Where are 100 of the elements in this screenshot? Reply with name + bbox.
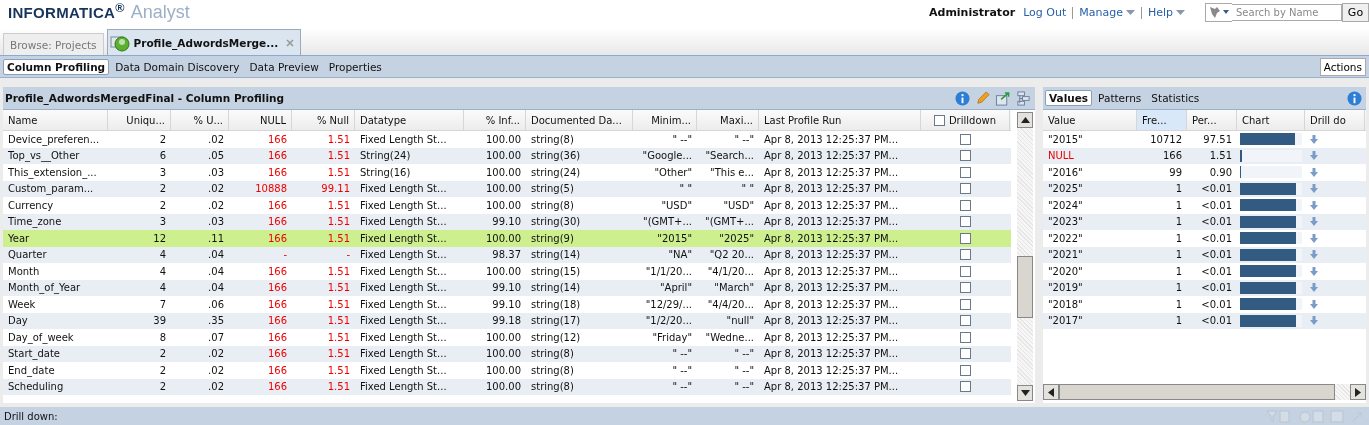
documented-type-cell: string(8)	[531, 348, 574, 360]
percent-cell: .04	[208, 282, 224, 294]
column-header[interactable]: Uniqu...	[126, 114, 165, 126]
table-row[interactable]: Week 7 .06 166 1.51 Fixed Length St... 99.10 string(18) "12/29/... "4/4/20... Apr 8, 2013 12:25:37 PM...	[3, 296, 1011, 313]
frequency-cell: 1	[1175, 265, 1182, 277]
header-link[interactable]: Help	[1147, 6, 1185, 19]
min-value-cell: "(GMT+...	[643, 216, 692, 228]
checkbox[interactable]	[960, 150, 971, 162]
table-row[interactable]: This_extension_... 3 .03 166 1.51 String(16) 100.00 string(24) "Other" "This e... Apr 8, 2013 12:25:37 PM...	[3, 164, 1011, 181]
hierarchy-icon[interactable]	[1016, 90, 1031, 106]
column-header[interactable]: % Inf...	[485, 114, 520, 126]
checkbox[interactable]	[960, 381, 971, 393]
checkbox[interactable]	[960, 232, 971, 244]
scroll-left-icon[interactable]	[1048, 387, 1054, 397]
checkbox[interactable]	[960, 331, 971, 343]
scroll-thumb[interactable]	[1017, 255, 1033, 318]
percent-cell: 100.00	[486, 183, 521, 195]
column-header[interactable]: Documented Da...	[531, 114, 622, 126]
checkbox[interactable]	[960, 315, 971, 327]
header-link[interactable]: Log Out	[1023, 6, 1067, 19]
vertical-scrollbar[interactable]	[1017, 112, 1033, 401]
table-row[interactable]: End_date 2 .02 166 1.51 Fixed Length St... 100.00 string(8) " --" " --" Apr 8, 2013 12:25:37 PM...	[3, 362, 1011, 379]
column-header[interactable]: Value	[1048, 114, 1076, 126]
table-row[interactable]: Day 39 .35 166 1.51 Fixed Length St... 99.18 string(17) "1/2/20... "null" Apr 8, 2013 12:25:37 PM...	[3, 312, 1011, 329]
header-link[interactable]: Manage	[1079, 6, 1135, 19]
tab[interactable]: Profile_AdwordsMerge...	[106, 29, 302, 55]
panel-title: Profile_AdwordsMergedFinal - Column Profiling	[5, 92, 284, 104]
name-cell: End_date	[8, 364, 55, 376]
max-value-cell: " --"	[734, 381, 754, 393]
name-cell: Scheduling	[8, 381, 64, 393]
column-header[interactable]: NULL	[260, 114, 286, 126]
actions-button[interactable]: Actions	[1319, 57, 1366, 76]
table-row[interactable]: Day_of_week 8 .07 166 1.51 Fixed Length St... 100.00 string(12) "Friday" "Wedne... Apr 8, 2013 12:25:37 PM...	[3, 329, 1011, 346]
column-header[interactable]: Drill do	[1310, 114, 1346, 126]
table-row[interactable]: Currency 2 .02 166 1.51 Fixed Length St... 100.00 string(8) "USD" "USD" Apr 8, 2013 12:25:37 PM...	[3, 197, 1011, 214]
datatype-cell: Fixed Length St...	[360, 232, 447, 244]
checkbox[interactable]	[960, 348, 971, 360]
horizontal-scrollbar[interactable]	[1043, 384, 1366, 400]
panel-tab[interactable]: Values	[1045, 90, 1093, 106]
sub-tab[interactable]: Data Domain Discovery	[111, 58, 244, 75]
table-row[interactable]: Year 12 .11 166 1.51 Fixed Length St... 100.00 string(9) "2015" "2025" Apr 8, 2013 12:25:37 PM...	[3, 230, 1011, 247]
frequency-cell: 1	[1175, 216, 1182, 228]
min-value-cell: "2015"	[657, 232, 692, 244]
timestamp-cell: Apr 8, 2013 12:25:37 PM...	[764, 348, 899, 360]
datatype-cell: Fixed Length St...	[360, 331, 447, 343]
table-row[interactable]: Month_of_Year 4 .04 166 1.51 Fixed Length St... 99.10 string(14) "April" "March" Apr 8, 2013 12:25:37 PM...	[3, 279, 1011, 296]
info-icon[interactable]	[955, 90, 970, 106]
min-value-cell: " --"	[672, 364, 692, 376]
checkbox[interactable]	[933, 114, 945, 126]
documented-type-cell: string(17)	[531, 315, 581, 327]
sub-tab[interactable]: Properties	[324, 58, 386, 75]
max-value-cell: "null"	[726, 315, 754, 327]
checkbox[interactable]	[960, 199, 971, 211]
checkbox[interactable]	[960, 216, 971, 228]
scroll-down-icon[interactable]	[1020, 390, 1030, 396]
checkbox[interactable]	[960, 166, 971, 178]
column-header[interactable]: Last Profile Run	[764, 114, 842, 126]
column-header[interactable]: Chart	[1242, 114, 1270, 126]
table-row[interactable]: Month 4 .04 166 1.51 Fixed Length St... 100.00 string(15) "1/1/20... "4/1/20... Apr 8, 2013 12:25:37 PM...	[3, 263, 1011, 280]
max-value-cell: "Q2 20...	[709, 249, 754, 261]
panel-tab[interactable]: Patterns	[1094, 90, 1146, 106]
column-header[interactable]: % U...	[193, 114, 223, 126]
percent-cell: 98.37	[492, 249, 521, 261]
sub-tab[interactable]: Column Profiling	[3, 58, 110, 75]
table-row[interactable]: Top_vs__Other 6 .05 166 1.51 String(24) 100.00 string(36) "Google... "Search... Apr 8, 2013 12:25:37 PM...	[3, 147, 1011, 164]
column-header[interactable]: Per...	[1192, 114, 1217, 126]
checkbox[interactable]	[960, 265, 971, 277]
percent-cell: <0.01	[1201, 298, 1232, 310]
table-row[interactable]: Scheduling 2 .02 166 1.51 Fixed Length St... 100.00 string(8) " --" " --" Apr 8, 2013 12:25:37 PM...	[3, 378, 1011, 395]
tab[interactable]: Browse: Projects	[3, 33, 104, 55]
table-row[interactable]: Time_zone 3 .03 166 1.51 Fixed Length St... 99.10 string(30) "(GMT+... "(GMT+... Apr 8, 2013 12:25:37 PM...	[3, 213, 1011, 230]
column-header[interactable]: Name	[8, 114, 38, 126]
info-icon[interactable]	[1347, 90, 1362, 106]
go-button[interactable]: Go	[1342, 3, 1369, 22]
checkbox[interactable]	[960, 282, 971, 294]
close-icon[interactable]	[286, 38, 295, 47]
column-header[interactable]: Drilldown	[948, 114, 997, 126]
scroll-up-icon[interactable]	[1020, 117, 1030, 123]
checkbox[interactable]	[960, 133, 971, 145]
value-cell: "2025"	[1048, 183, 1083, 195]
column-header[interactable]: Datatype	[360, 114, 407, 126]
table-row[interactable]: Custom_param... 2 .02 10888 99.11 Fixed Length St... 100.00 string(5) " " " " Apr 8, 2013 12:25:37 PM...	[3, 180, 1011, 197]
percent-cell: .02	[208, 381, 224, 393]
export-icon[interactable]	[995, 90, 1011, 106]
checkbox[interactable]	[960, 364, 971, 376]
scroll-right-icon[interactable]	[1355, 387, 1361, 397]
name-cell: Week	[8, 298, 36, 310]
column-header[interactable]: Maxi...	[720, 114, 753, 126]
checkbox[interactable]	[960, 249, 971, 261]
null-count-cell: 166	[267, 150, 287, 162]
sub-tab[interactable]: Data Preview	[245, 58, 323, 75]
table-row[interactable]: Start_date 2 .02 166 1.51 Fixed Length St... 100.00 string(8) " --" " --" Apr 8, 2013 12:25:37 PM...	[3, 345, 1011, 362]
panel-tab[interactable]: Statistics	[1147, 90, 1204, 106]
table-row[interactable]: Device_preferen... 2 .02 166 1.51 Fixed Length St... 100.00 string(8) " --" " --" Apr 8, 2013 12:25:37 PM...	[3, 131, 1011, 148]
checkbox[interactable]	[960, 298, 971, 310]
checkbox[interactable]	[960, 183, 971, 195]
percent-cell: 100.00	[486, 150, 521, 162]
column-header[interactable]: Minim...	[651, 114, 691, 126]
column-header[interactable]: % Null	[316, 114, 349, 126]
null-percent-cell: 1.51	[327, 282, 350, 294]
